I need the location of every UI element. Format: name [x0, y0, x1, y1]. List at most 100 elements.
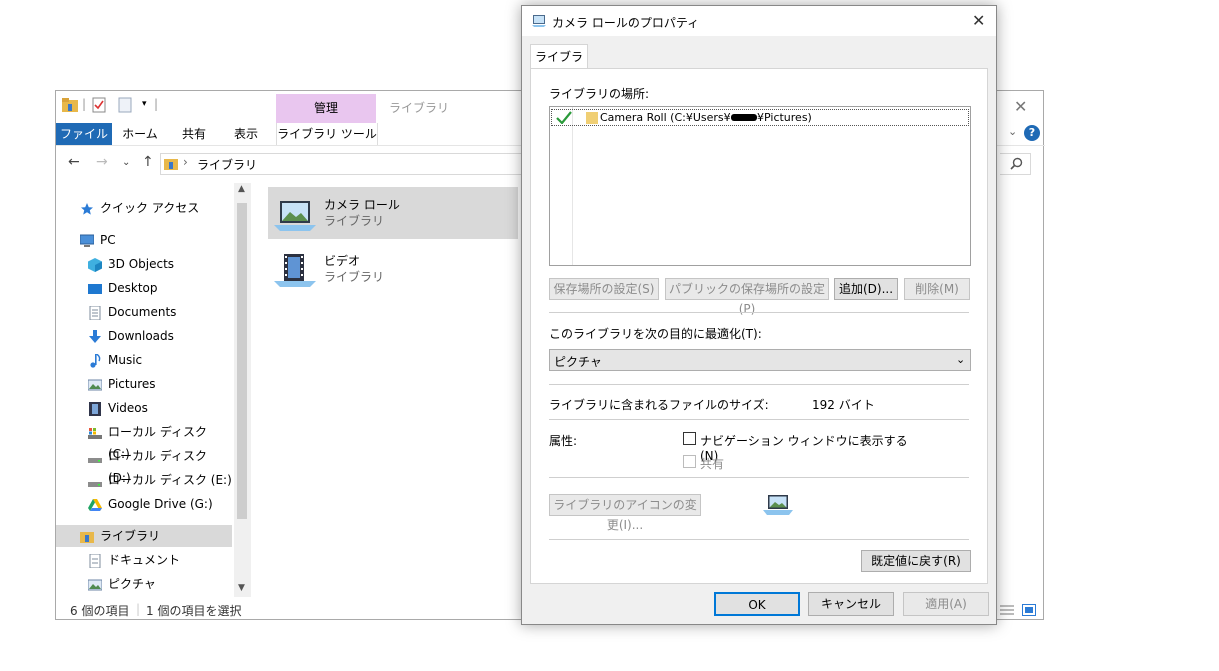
separator: [549, 477, 969, 478]
item-name: ビデオ: [324, 254, 361, 268]
tab-library-tools[interactable]: ライブラリ ツール: [276, 123, 378, 145]
optimize-select[interactable]: ピクチャ ⌄: [549, 349, 971, 371]
nav-item-google-drive[interactable]: Google Drive (G:): [56, 493, 232, 515]
shared-checkbox[interactable]: 共有: [683, 454, 763, 471]
item-type: ライブラリ: [324, 270, 385, 284]
details-view-icon[interactable]: [1000, 604, 1014, 616]
nav-item-music[interactable]: Music: [56, 349, 232, 371]
large-icons-view-icon[interactable]: [1022, 604, 1036, 616]
nav-item-label: Music: [108, 353, 143, 367]
dialog-title: カメラ ロールのプロパティ: [552, 16, 700, 30]
restore-defaults-button[interactable]: 既定値に戻す(R): [861, 550, 971, 572]
redacted-username: [731, 114, 757, 121]
tab-file[interactable]: ファイル: [56, 123, 112, 145]
manage-context-header: 管理: [276, 94, 376, 123]
nav-item-libraries[interactable]: ライブラリ: [56, 525, 232, 547]
ribbon-expand-chevron-icon[interactable]: ⌄: [1008, 125, 1017, 138]
nav-item-disk-c[interactable]: ローカル ディスク (C:): [56, 421, 232, 461]
dialog-titlebar: カメラ ロールのプロパティ ✕: [522, 6, 996, 36]
nav-item-pictures[interactable]: Pictures: [56, 373, 232, 395]
show-in-nav-checkbox[interactable]: ナビゲーション ウィンドウに表示する(N): [683, 431, 923, 463]
library-tab-panel: ライブラリの場所: Camera Roll (C:¥Users¥ ¥Pictur…: [530, 68, 988, 584]
drive-icon: [88, 473, 102, 487]
list-item[interactable]: ビデオ ライブラリ: [268, 243, 518, 295]
nav-item-lib-pictures[interactable]: ピクチャ: [56, 573, 232, 595]
video-library-icon: [274, 253, 316, 287]
apply-button[interactable]: 適用(A): [903, 592, 989, 616]
nav-item-disk-d[interactable]: ローカル ディスク (D:): [56, 445, 232, 485]
item-type: ライブラリ: [324, 214, 385, 228]
list-item[interactable]: カメラ ロール ライブラリ: [268, 187, 518, 239]
search-icon: [1010, 157, 1023, 173]
breadcrumb-separator: ›: [183, 155, 188, 169]
close-icon[interactable]: ✕: [972, 11, 985, 30]
back-arrow-icon[interactable]: ←: [68, 154, 80, 170]
properties-check-icon[interactable]: [92, 97, 106, 113]
documents-icon: [88, 305, 102, 321]
nav-item-label: ライブラリ: [100, 529, 161, 543]
locations-list[interactable]: Camera Roll (C:¥Users¥ ¥Pictures): [549, 106, 971, 266]
tab-share[interactable]: 共有: [176, 123, 212, 145]
search-box[interactable]: [1000, 153, 1031, 175]
item-count: 6 個の項目: [70, 604, 130, 618]
system-drive-icon: [88, 425, 102, 439]
location-path-end: ¥Pictures): [757, 111, 812, 124]
checkbox-box: [683, 455, 696, 468]
nav-item-label: PC: [100, 233, 116, 247]
nav-item-videos[interactable]: Videos: [56, 397, 232, 419]
tab-library[interactable]: ライブラリ: [530, 44, 588, 88]
separator: [549, 539, 969, 540]
nav-item-lib-documents[interactable]: ドキュメント: [56, 549, 232, 571]
optimize-value: ピクチャ: [554, 355, 602, 369]
size-label: ライブラリに含まれるファイルのサイズ:: [549, 398, 769, 412]
shared-label: 共有: [700, 457, 725, 471]
video-film-icon: [88, 401, 102, 416]
tab-home[interactable]: ホーム: [120, 123, 160, 145]
tab-view[interactable]: 表示: [228, 123, 264, 145]
nav-item-label: ローカル ディスク (E:): [108, 473, 232, 487]
nav-item-3d-objects[interactable]: 3D Objects: [56, 253, 232, 275]
forward-arrow-icon[interactable]: →: [96, 154, 108, 170]
recent-chevron-icon[interactable]: ⌄: [122, 157, 130, 168]
new-folder-icon[interactable]: [118, 97, 132, 113]
change-icon-button[interactable]: ライブラリのアイコンの変更(I)...: [549, 494, 701, 532]
set-public-location-button[interactable]: パブリックの保存場所の設定(P): [665, 278, 829, 316]
attributes-label: 属性:: [549, 434, 578, 448]
set-save-location-button[interactable]: 保存場所の設定(S): [549, 278, 659, 300]
scroll-down-icon[interactable]: ▼: [238, 583, 245, 593]
drive-icon: [88, 449, 102, 463]
nav-scrollbar-thumb[interactable]: [237, 203, 247, 519]
ok-button[interactable]: OK: [714, 592, 800, 616]
nav-item-quick-access[interactable]: クイック アクセス: [56, 197, 232, 219]
customize-qa-chevron-icon[interactable]: ▾: [142, 99, 147, 109]
separator: [549, 384, 969, 385]
pictures-icon: [87, 377, 103, 391]
close-icon[interactable]: ✕: [1014, 97, 1027, 116]
nav-item-downloads[interactable]: Downloads: [56, 325, 232, 347]
nav-item-documents[interactable]: Documents: [56, 301, 232, 323]
help-icon[interactable]: ?: [1024, 125, 1040, 141]
item-name: カメラ ロール: [324, 198, 400, 212]
nav-item-pc[interactable]: PC: [56, 229, 232, 251]
cube-icon: [88, 257, 102, 272]
window-title: ライブラリ: [389, 101, 450, 115]
nav-item-label: ドキュメント: [108, 553, 181, 567]
library-folder-icon: [62, 98, 78, 112]
up-arrow-icon[interactable]: ↑: [142, 154, 154, 170]
nav-item-desktop[interactable]: Desktop: [56, 277, 232, 299]
nav-item-label: 3D Objects: [108, 257, 175, 271]
cancel-button[interactable]: キャンセル: [808, 592, 894, 616]
properties-dialog: カメラ ロールのプロパティ ✕ ライブラリ ライブラリの場所: Camera R…: [521, 5, 997, 625]
remove-location-button[interactable]: 削除(M): [904, 278, 970, 300]
scroll-up-icon[interactable]: ▲: [238, 184, 245, 194]
list-item[interactable]: Camera Roll (C:¥Users¥ ¥Pictures): [551, 109, 969, 126]
add-location-button[interactable]: 追加(D)...: [834, 278, 898, 300]
address-bar[interactable]: › ライブラリ: [160, 153, 542, 175]
breadcrumb-libraries[interactable]: ライブラリ: [197, 156, 257, 173]
nav-item-label: Documents: [108, 305, 177, 319]
nav-item-label: Desktop: [108, 281, 158, 295]
toolbar-divider: |: [82, 97, 87, 111]
optimize-label: このライブラリを次の目的に最適化(T):: [549, 327, 762, 341]
nav-item-label: クイック アクセス: [100, 201, 200, 215]
nav-item-disk-e[interactable]: ローカル ディスク (E:): [56, 469, 232, 491]
